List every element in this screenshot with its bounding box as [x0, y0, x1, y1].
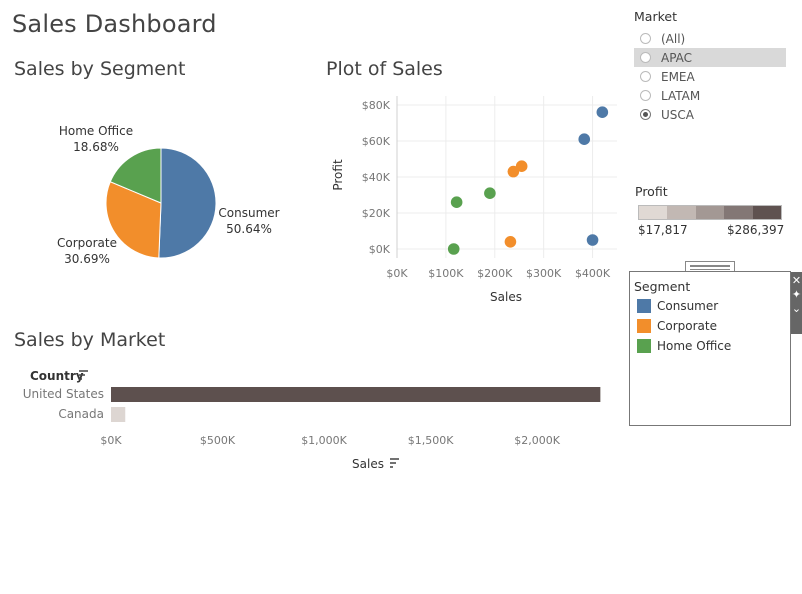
pie-label-home-office-pct: 18.68%: [73, 140, 119, 154]
x-tick-label: $100K: [428, 267, 464, 280]
market-bar-chart[interactable]: Country United States Canada $0K $500K $1,000…: [0, 360, 620, 480]
radio-button[interactable]: [640, 90, 651, 101]
legend-item-label: Home Office: [657, 339, 732, 353]
profit-swatch: [695, 206, 725, 219]
bar-united-states[interactable]: [111, 387, 601, 402]
y-tick-label: $40K: [362, 171, 391, 184]
legend-color-swatch: [637, 299, 651, 313]
x-tick-label: $1,500K: [408, 434, 454, 447]
radio-button[interactable]: [640, 33, 651, 44]
y-tick-label: $80K: [362, 99, 391, 112]
scatter-point-home-office[interactable]: [447, 243, 460, 255]
legend-color-swatch: [637, 339, 651, 353]
scatter-point-consumer[interactable]: [596, 106, 609, 118]
market-option-label: LATAM: [661, 88, 701, 103]
bar-category-label: United States: [23, 387, 104, 401]
profit-swatch: [639, 206, 668, 219]
sort-icon[interactable]: [390, 458, 399, 468]
y-tick-label: $60K: [362, 135, 391, 148]
segment-legend-item[interactable]: Corporate: [637, 319, 717, 333]
scatter-point-consumer[interactable]: [586, 234, 599, 246]
legend-item-label: Consumer: [657, 299, 719, 313]
radio-button[interactable]: [640, 109, 651, 120]
scatter-point-home-office[interactable]: [450, 196, 463, 208]
chevron-down-icon[interactable]: ⌄: [792, 302, 801, 316]
market-chart-title: Sales by Market: [14, 329, 166, 351]
radio-selected-dot: [643, 112, 648, 117]
radio-button[interactable]: [640, 71, 651, 82]
pie-label-consumer-pct: 50.64%: [226, 222, 272, 236]
scatter-chart-title: Plot of Sales: [326, 58, 443, 80]
profit-color-ramp: [638, 205, 782, 220]
segment-chart-title: Sales by Segment: [14, 58, 186, 80]
x-axis-title: Sales: [352, 457, 384, 471]
market-option[interactable]: EMEA: [634, 67, 786, 86]
market-option-label: APAC: [661, 50, 693, 65]
pie-label-consumer: Consumer 50.64%: [214, 205, 284, 237]
segment-pie-chart[interactable]: [0, 100, 310, 300]
pin-icon[interactable]: ✦: [792, 288, 801, 302]
legend-toolbar[interactable]: ✕ ✦ ⌄: [791, 272, 802, 334]
profit-legend-title: Profit: [635, 184, 668, 199]
legend-color-swatch: [637, 319, 651, 333]
pie-label-home-office-name: Home Office: [58, 124, 134, 138]
x-tick-label: $0K: [386, 267, 408, 280]
market-option[interactable]: USCA: [634, 105, 786, 124]
x-tick-label: $300K: [526, 267, 562, 280]
close-icon[interactable]: ✕: [792, 274, 801, 288]
pie-label-corporate: Corporate 30.69%: [50, 235, 124, 267]
x-tick-label: $500K: [200, 434, 236, 447]
row-header-country: Country: [30, 369, 84, 383]
market-option-label: USCA: [661, 107, 694, 122]
scatter-point-home-office[interactable]: [484, 187, 496, 199]
x-tick-label: $0K: [100, 434, 122, 447]
x-tick-label: $1,000K: [301, 434, 347, 447]
profit-max-label: $286,397: [727, 223, 785, 237]
radio-button[interactable]: [640, 52, 651, 63]
market-option[interactable]: APAC: [634, 48, 786, 67]
market-filter-title: Market: [634, 9, 677, 24]
y-tick-label: $20K: [362, 207, 391, 220]
y-axis-title: Profit: [331, 159, 345, 191]
market-option-label: EMEA: [661, 69, 695, 84]
market-option[interactable]: LATAM: [634, 86, 786, 105]
market-option[interactable]: (All): [634, 29, 786, 48]
segment-legend-item[interactable]: Consumer: [637, 299, 718, 313]
pie-label-corporate-pct: 30.69%: [64, 252, 110, 266]
legend-item-label: Corporate: [657, 319, 717, 333]
segment-legend-title: Segment: [634, 279, 691, 294]
x-tick-label: $200K: [477, 267, 513, 280]
pie-label-consumer-name: Consumer: [218, 206, 280, 220]
pie-slice-consumer[interactable]: [158, 147, 217, 259]
dashboard-title: Sales Dashboard: [12, 10, 217, 38]
sales-profit-scatter-plot[interactable]: $0K $20K $40K $60K $80K $0K $100K $200K $300K $40…: [322, 88, 622, 313]
scatter-point-corporate[interactable]: [515, 160, 528, 172]
profit-swatch: [724, 206, 753, 219]
profit-swatch: [667, 206, 696, 219]
scatter-point-consumer[interactable]: [578, 133, 591, 145]
bar-canada[interactable]: [111, 407, 126, 422]
x-tick-label: $2,000K: [514, 434, 560, 447]
pie-label-corporate-name: Corporate: [57, 236, 117, 250]
bar-category-label: Canada: [58, 407, 104, 421]
profit-min-label: $17,817: [638, 223, 688, 237]
x-tick-label: $400K: [575, 267, 611, 280]
scatter-point-corporate[interactable]: [504, 236, 517, 248]
segment-legend-item[interactable]: Home Office: [637, 339, 731, 353]
pie-label-home-office: Home Office 18.68%: [54, 123, 138, 155]
x-axis-title: Sales: [490, 290, 522, 304]
y-tick-label: $0K: [369, 243, 391, 256]
market-option-label: (All): [661, 31, 686, 46]
profit-swatch: [752, 206, 782, 219]
